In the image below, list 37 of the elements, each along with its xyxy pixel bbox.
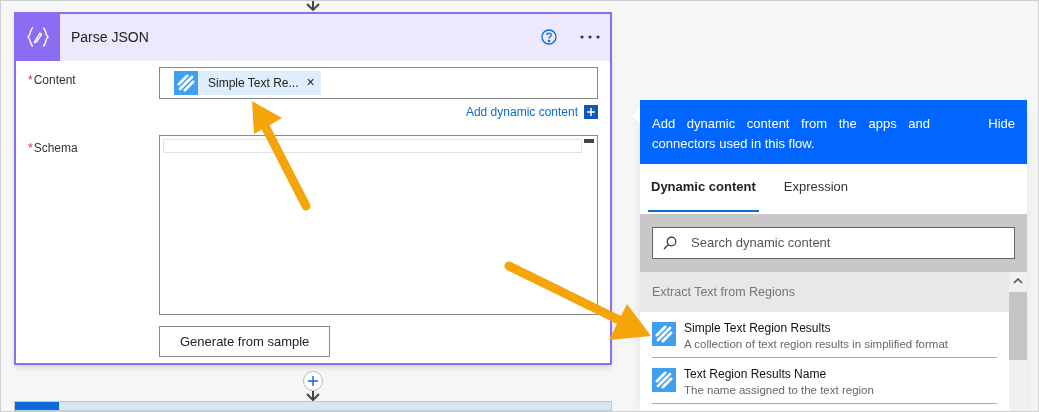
card-title: Parse JSON <box>71 27 149 47</box>
scroll-up-icon[interactable] <box>1013 278 1023 284</box>
help-icon[interactable] <box>541 29 557 46</box>
token-label: Simple Text Re... <box>208 74 299 92</box>
dynamic-content-item[interactable]: Simple Text Region Results A collection of text region results in simplified format <box>652 312 997 358</box>
panel-intro-text: Add dynamic content from the apps and connectors used in this flow. <box>652 115 930 153</box>
search-icon <box>663 236 677 250</box>
item-description: A collection of text region results in simplified format <box>684 337 948 352</box>
item-title: Simple Text Region Results <box>684 320 832 336</box>
item-description: The name assigned to the text region <box>684 383 874 398</box>
required-marker: * <box>28 71 33 89</box>
item-title: Text Region Results Name <box>684 366 828 382</box>
hide-link[interactable]: Hide <box>988 114 1015 134</box>
add-step-button[interactable] <box>303 371 323 392</box>
more-options-icon[interactable] <box>580 35 600 40</box>
connector-arrow-icon <box>305 391 321 402</box>
required-marker: * <box>28 139 33 157</box>
scrollbar-thumb[interactable] <box>1009 292 1027 360</box>
field-label: Content <box>33 71 76 89</box>
remove-token-button[interactable]: × <box>306 72 315 94</box>
stripes-icon <box>652 368 676 392</box>
stripes-icon <box>174 70 198 95</box>
search-field[interactable]: Search dynamic content <box>652 227 1015 259</box>
content-input-field[interactable]: Simple Text Re... × <box>159 66 598 99</box>
stripes-icon <box>652 322 676 346</box>
connector-arrow-icon <box>305 1 321 12</box>
dynamic-content-item[interactable]: Text Region Results Name The name assigned to the text region <box>652 358 997 404</box>
field-label: Schema <box>33 139 78 157</box>
braces-pencil-icon <box>27 27 49 48</box>
panel-tab[interactable]: Dynamic content <box>648 164 759 212</box>
plus-icon[interactable] <box>584 104 598 119</box>
plus-icon <box>307 375 319 388</box>
section-title: Extract Text from Regions <box>652 283 795 301</box>
generate-from-sample-button[interactable]: Generate from sample <box>159 325 331 357</box>
add-dynamic-content-link[interactable]: Add dynamic content <box>465 102 578 121</box>
panel-tab[interactable]: Expression <box>780 164 852 212</box>
dynamic-token[interactable]: Simple Text Re... × <box>174 70 321 95</box>
